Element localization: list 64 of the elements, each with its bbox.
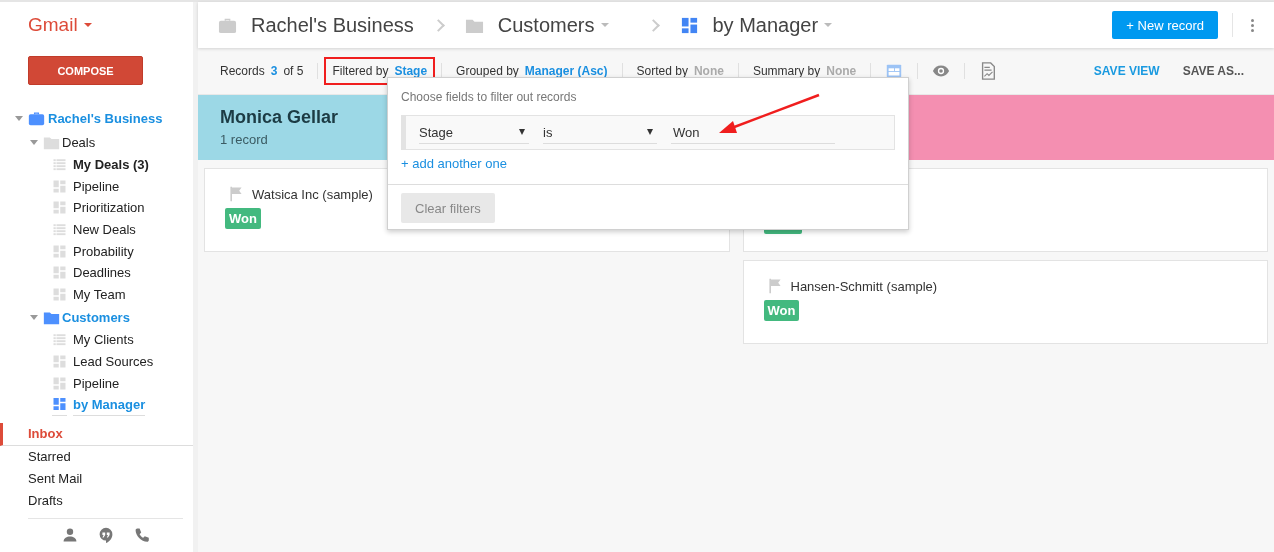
grid-view-icon (52, 200, 67, 216)
list-view-icon (52, 157, 67, 173)
toolbar-label: Filtered by (332, 64, 389, 78)
tree-item[interactable]: New Deals (73, 222, 136, 238)
flag-icon (766, 278, 783, 294)
grid-view-icon (52, 375, 67, 391)
column-title: Monica Gellar (220, 107, 339, 128)
popover-heading: Choose fields to filter out records (401, 90, 578, 104)
operator-select[interactable]: is (543, 121, 657, 144)
add-filter-link[interactable]: + add another one (401, 156, 507, 171)
caret-icon (83, 23, 92, 27)
person-icon[interactable] (61, 526, 78, 543)
tree-item[interactable]: Probability (73, 243, 134, 259)
dropdown-arrow-icon (519, 129, 525, 135)
tree-item[interactable]: by Manager (73, 393, 146, 417)
grid-view-icon (679, 15, 699, 35)
grid-view-icon (52, 265, 67, 281)
mail-folder[interactable]: Inbox (0, 422, 193, 446)
mail-folder[interactable]: Drafts (0, 489, 193, 512)
dropdown-arrow-icon (647, 129, 653, 135)
expand-caret-icon[interactable] (30, 139, 38, 145)
tree-item[interactable]: Pipeline (73, 375, 120, 391)
mail-folder[interactable]: Starred (0, 445, 193, 468)
breadcrumb[interactable]: by Manager (712, 13, 819, 37)
record-name: Hansen-Schmitt (sample) (790, 278, 938, 294)
grid-view-icon (52, 354, 67, 370)
tree-item[interactable]: Deals (62, 134, 96, 150)
tree-item[interactable]: My Team (73, 286, 126, 302)
app-menu[interactable]: Gmail (28, 14, 92, 36)
list-view-icon (52, 222, 67, 238)
expand-caret-icon[interactable] (15, 115, 23, 121)
record-name: Watsica Inc (sample) (252, 186, 373, 202)
toolbar-label: Records (220, 64, 265, 78)
compose-button[interactable]: COMPOSE (28, 56, 143, 85)
expand-caret-icon[interactable] (30, 314, 38, 320)
toolbar-label: of 5 (283, 64, 304, 78)
grid-view-icon (52, 243, 67, 259)
caret-icon[interactable] (824, 23, 833, 27)
stage-tag: Won (763, 300, 800, 321)
stage-tag: Won (225, 208, 261, 229)
report-icon[interactable] (979, 62, 998, 80)
toolbar-label: Summary by (752, 64, 821, 78)
quote-bubble-icon[interactable] (97, 526, 114, 543)
mail-folder[interactable]: Sent Mail (0, 467, 193, 490)
tree-item[interactable]: Prioritization (73, 200, 145, 216)
tree-item[interactable]: My Deals (3) (73, 157, 149, 173)
caret-icon[interactable] (600, 23, 609, 27)
record-count: 1 record (220, 132, 268, 147)
list-view-icon (52, 332, 67, 348)
breadcrumb[interactable]: Rachel's Business (251, 13, 414, 37)
grid-view-icon (52, 178, 67, 194)
tree-item[interactable]: My Clients (73, 332, 134, 348)
tree-item[interactable]: Deadlines (73, 265, 131, 281)
more-options-icon[interactable] (1251, 18, 1254, 32)
flag-icon (228, 186, 244, 202)
save-as-button[interactable]: SAVE AS... (1182, 64, 1244, 78)
grid-view-icon (52, 286, 67, 302)
tree-item[interactable]: Pipeline (73, 178, 120, 194)
field-select[interactable]: Stage (419, 121, 529, 144)
phone-icon[interactable] (133, 526, 150, 543)
breadcrumb[interactable]: Customers (497, 13, 595, 37)
tree-item[interactable]: Lead Sources (73, 354, 154, 370)
record-card[interactable]: Hansen-Schmitt (sample) Won (742, 260, 1268, 344)
layout-icon[interactable] (885, 62, 904, 80)
